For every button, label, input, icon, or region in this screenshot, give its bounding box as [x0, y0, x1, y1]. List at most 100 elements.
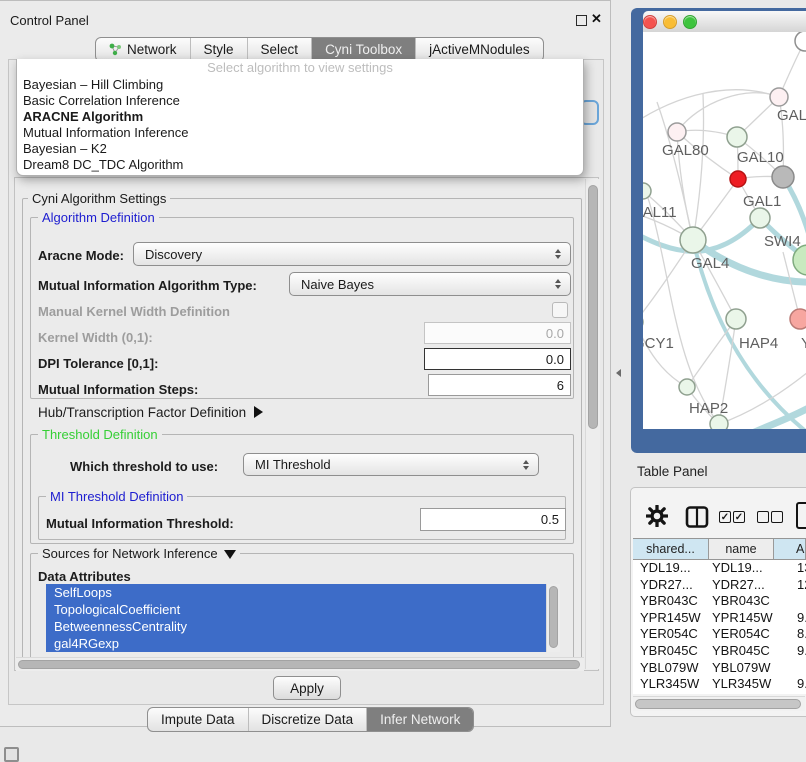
- apply-button[interactable]: Apply: [273, 676, 341, 700]
- algorithm-option[interactable]: Mutual Information Inference: [17, 125, 583, 141]
- which-threshold-select[interactable]: MI Threshold: [243, 453, 539, 476]
- tab-jactivemnodules[interactable]: jActiveMNodules: [415, 38, 543, 61]
- close-icon[interactable]: ✕: [591, 11, 602, 27]
- network-node[interactable]: [790, 309, 806, 329]
- settings-h-scrollbar-thumb[interactable]: [18, 660, 580, 669]
- algorithm-option[interactable]: ARACNE Algorithm: [17, 109, 583, 125]
- mi-steps-value: 6: [557, 378, 564, 393]
- network-node[interactable]: [710, 415, 728, 429]
- tab-impute-data[interactable]: Impute Data: [148, 708, 248, 731]
- settings-h-scrollbar[interactable]: [16, 657, 584, 671]
- mi-algorithm-type-label: Mutual Information Algorithm Type:: [38, 278, 257, 293]
- data-attribute-item[interactable]: SelfLoops: [46, 584, 546, 601]
- settings-v-scrollbar-thumb[interactable]: [588, 185, 598, 429]
- algorithm-option[interactable]: Bayesian – Hill Climbing: [17, 77, 583, 93]
- unchecked-box-icon[interactable]: [757, 511, 769, 523]
- expand-right-icon: [254, 406, 263, 418]
- table-cell: YBR043C: [633, 593, 709, 610]
- data-attributes-label: Data Attributes: [38, 569, 131, 584]
- network-node[interactable]: [668, 123, 686, 141]
- tab-select[interactable]: Select: [247, 38, 312, 61]
- spinner-arrows-icon: [523, 460, 529, 470]
- checked-box-icon[interactable]: ✓: [733, 511, 745, 523]
- data-attribute-item[interactable]: gal4RGexp: [46, 635, 546, 652]
- algorithm-option[interactable]: Basic Correlation Inference: [17, 93, 583, 109]
- table-cell: 13: [774, 560, 806, 577]
- sources-toggle[interactable]: Sources for Network Inference: [38, 546, 240, 561]
- algorithm-option[interactable]: Bayesian – K2: [17, 141, 583, 157]
- aracne-mode-value: Discovery: [145, 247, 202, 262]
- mi-algorithm-type-select[interactable]: Naive Bayes: [289, 272, 571, 296]
- unchecked-box-icon[interactable]: [771, 511, 783, 523]
- table-h-scrollbar[interactable]: [633, 696, 805, 711]
- table-row[interactable]: YDR27...YDR27...12: [633, 577, 806, 594]
- network-node[interactable]: [679, 379, 695, 395]
- page-icon[interactable]: [796, 502, 806, 529]
- mi-steps-input[interactable]: 6: [428, 374, 571, 396]
- sources-title: Sources for Network Inference: [42, 546, 218, 561]
- settings-v-scrollbar[interactable]: [585, 179, 600, 669]
- attributes-scrollbar-thumb[interactable]: [549, 586, 558, 648]
- table-cell: 8.: [774, 626, 806, 643]
- cyni-bottom-tabs: Impute Data Discretize Data Infer Networ…: [147, 707, 474, 732]
- kernel-width-value: 0.0: [546, 326, 564, 341]
- kernel-width-label: Kernel Width (0,1):: [38, 330, 153, 345]
- table-row[interactable]: YPR145WYPR145W9.: [633, 610, 806, 627]
- collapse-down-icon: [224, 550, 236, 559]
- close-traffic-light[interactable]: [643, 15, 657, 29]
- algorithm-definition-title: Algorithm Definition: [38, 210, 159, 225]
- split-columns-icon[interactable]: [684, 504, 710, 533]
- column-header-name[interactable]: name: [709, 539, 774, 559]
- table-header: shared... name A: [633, 538, 806, 560]
- spinner-arrows-icon: [555, 249, 561, 259]
- control-panel: Control Panel ✕ Network Style Select Cyn…: [0, 0, 611, 727]
- network-canvas[interactable]: GAL7GAL80GAL10GAL1GAL11SWI4GAL4GCY1HAP4Y…: [643, 32, 806, 429]
- manual-kernel-width-checkbox[interactable]: [552, 302, 568, 318]
- table-h-scrollbar-thumb[interactable]: [635, 699, 801, 709]
- table-row[interactable]: YBR045CYBR045C9.: [633, 643, 806, 660]
- data-attribute-item[interactable]: BetweennessCentrality: [46, 618, 546, 635]
- dpi-tolerance-input[interactable]: 0.0: [424, 348, 571, 370]
- zoom-traffic-light[interactable]: [683, 15, 697, 29]
- tab-label: Impute Data: [161, 712, 235, 727]
- table-row[interactable]: YIL052CYIL052C9: [633, 693, 806, 694]
- table-cell: YDL19...: [633, 560, 709, 577]
- tab-network[interactable]: Network: [96, 38, 190, 61]
- network-node[interactable]: [730, 171, 746, 187]
- tab-discretize-data[interactable]: Discretize Data: [248, 708, 367, 731]
- table-row[interactable]: YER054CYER054C8.: [633, 626, 806, 643]
- table-row[interactable]: YDL19...YDL19...13: [633, 560, 806, 577]
- attributes-scrollbar[interactable]: [546, 584, 560, 652]
- table-row[interactable]: YLR345WYLR345W9.: [633, 676, 806, 693]
- algorithm-option[interactable]: Dream8 DC_TDC Algorithm: [17, 157, 583, 173]
- float-window-icon[interactable]: [576, 15, 587, 26]
- table-cell: YER054C: [709, 626, 774, 643]
- dock-panel-icon[interactable]: [4, 747, 19, 762]
- network-node[interactable]: [750, 208, 770, 228]
- network-node[interactable]: [680, 227, 706, 253]
- mi-threshold-input[interactable]: 0.5: [420, 508, 566, 531]
- network-node[interactable]: [727, 127, 747, 147]
- hub-definition-toggle[interactable]: Hub/Transcription Factor Definition: [38, 405, 263, 420]
- split-divider-arrow[interactable]: [616, 369, 621, 377]
- tab-label: Infer Network: [380, 712, 460, 727]
- tab-cyni-toolbox[interactable]: Cyni Toolbox: [311, 38, 415, 61]
- minimize-traffic-light[interactable]: [663, 15, 677, 29]
- group-title: Cyni Algorithm Settings: [28, 191, 170, 206]
- table-row[interactable]: YBR043CYBR043C: [633, 593, 806, 610]
- checked-box-icon[interactable]: ✓: [719, 511, 731, 523]
- column-header-shared-name[interactable]: shared...: [633, 539, 709, 559]
- tab-style[interactable]: Style: [190, 38, 247, 61]
- network-node[interactable]: [772, 166, 794, 188]
- kernel-width-input[interactable]: 0.0: [424, 322, 571, 344]
- tab-infer-network[interactable]: Infer Network: [366, 708, 473, 731]
- table-cell: YDR27...: [633, 577, 709, 594]
- network-node[interactable]: [726, 309, 746, 329]
- table-row[interactable]: YBL079WYBL079W: [633, 660, 806, 677]
- data-attribute-item[interactable]: TopologicalCoefficient: [46, 601, 546, 618]
- gear-icon[interactable]: [646, 505, 668, 530]
- network-node[interactable]: [770, 88, 788, 106]
- network-node[interactable]: [795, 32, 806, 51]
- aracne-mode-select[interactable]: Discovery: [133, 242, 571, 266]
- column-header-partial[interactable]: A: [774, 539, 806, 559]
